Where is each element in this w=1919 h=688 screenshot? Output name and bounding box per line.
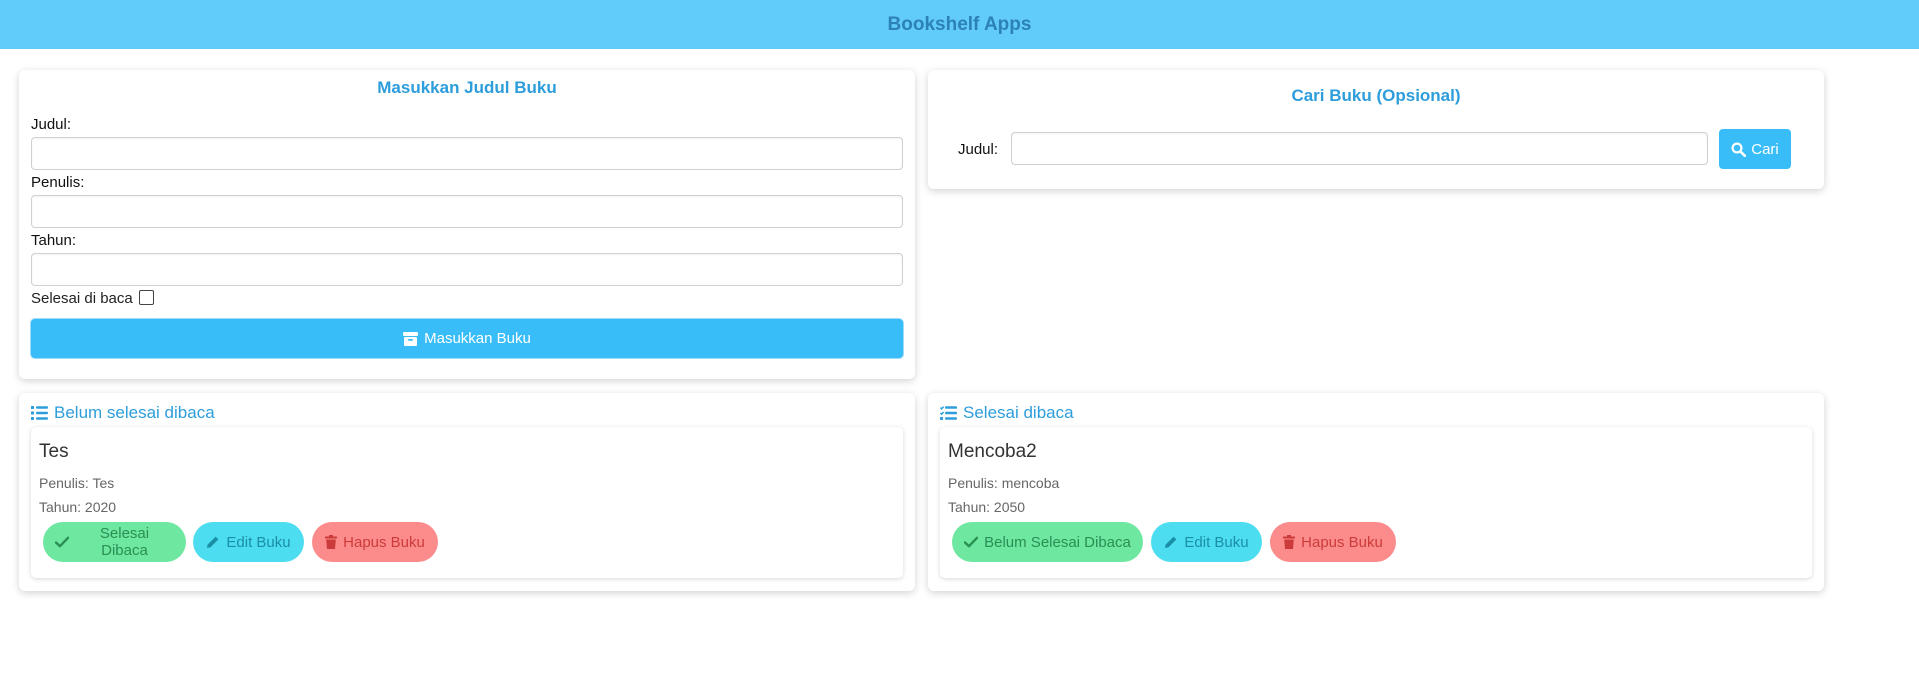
search-input[interactable] (1011, 132, 1708, 165)
edit-book-button[interactable]: Edit Buku (193, 522, 304, 562)
complete-shelf-title: Selesai dibaca (963, 403, 1074, 422)
penulis-input[interactable] (31, 195, 903, 228)
selesai-label: Selesai di baca (31, 290, 133, 307)
mark-done-label: Selesai Dibaca (99, 525, 150, 559)
submit-book-label: Masukkan Buku (424, 330, 531, 347)
mark-done-button[interactable]: Selesai Dibaca (43, 522, 186, 562)
judul-label: Judul: (31, 116, 72, 133)
book-year: Tahun: 2020 (39, 499, 117, 515)
search-button[interactable]: Cari (1719, 129, 1791, 169)
delete-book-label: Hapus Buku (1301, 533, 1383, 551)
selesai-row: Selesai di baca (31, 290, 154, 307)
incomplete-shelf-heading: Belum selesai dibaca (31, 403, 215, 423)
book-item: Tes Penulis: Tes Tahun: 2020 Selesai Dib… (31, 427, 903, 578)
archive-icon (403, 331, 419, 346)
pencil-icon (206, 535, 220, 549)
complete-shelf-heading: Selesai dibaca (940, 403, 1074, 423)
search-judul-label: Judul: (958, 141, 999, 158)
add-book-form: Masukkan Judul Buku Judul: Penulis: Tahu… (19, 70, 915, 379)
tahun-input[interactable] (31, 253, 903, 286)
book-title: Mencoba2 (948, 441, 1037, 462)
search-button-label: Cari (1751, 140, 1779, 158)
book-author: Penulis: Tes (39, 475, 115, 491)
search-icon (1731, 141, 1747, 157)
edit-book-label: Edit Buku (226, 533, 291, 551)
incomplete-shelf: Belum selesai dibaca Tes Penulis: Tes Ta… (19, 393, 915, 591)
penulis-label: Penulis: (31, 174, 85, 191)
search-panel: Cari Buku (Opsional) Judul: Cari (928, 70, 1824, 189)
mark-undone-label: Belum Selesai Dibaca (984, 533, 1131, 551)
tahun-label: Tahun: (31, 232, 77, 249)
list-icon (31, 406, 48, 420)
edit-book-button[interactable]: Edit Buku (1151, 522, 1262, 562)
pencil-icon (1164, 535, 1178, 549)
submit-book-button[interactable]: Masukkan Buku (31, 319, 903, 358)
edit-book-label: Edit Buku (1184, 533, 1249, 551)
book-author: Penulis: mencoba (948, 475, 1060, 491)
delete-book-label: Hapus Buku (343, 533, 425, 551)
trash-icon (325, 535, 338, 549)
book-title: Tes (39, 441, 69, 462)
form-title: Masukkan Judul Buku (377, 78, 557, 97)
check-icon (964, 536, 979, 548)
app-header: Bookshelf Apps (0, 0, 1919, 49)
delete-book-button[interactable]: Hapus Buku (1270, 522, 1396, 562)
book-item: Mencoba2 Penulis: mencoba Tahun: 2050 Be… (940, 427, 1812, 578)
trash-icon (1283, 535, 1296, 549)
complete-shelf: Selesai dibaca Mencoba2 Penulis: mencoba… (928, 393, 1824, 591)
selesai-checkbox[interactable] (138, 290, 154, 305)
incomplete-shelf-title: Belum selesai dibaca (54, 403, 215, 422)
mark-undone-button[interactable]: Belum Selesai Dibaca (952, 522, 1143, 562)
judul-input[interactable] (31, 137, 903, 170)
delete-book-button[interactable]: Hapus Buku (312, 522, 438, 562)
check-icon (55, 536, 69, 548)
list-check-icon (940, 406, 957, 420)
book-year: Tahun: 2050 (948, 499, 1026, 515)
app-title: Bookshelf Apps (887, 13, 1032, 35)
search-title: Cari Buku (Opsional) (1291, 86, 1461, 105)
